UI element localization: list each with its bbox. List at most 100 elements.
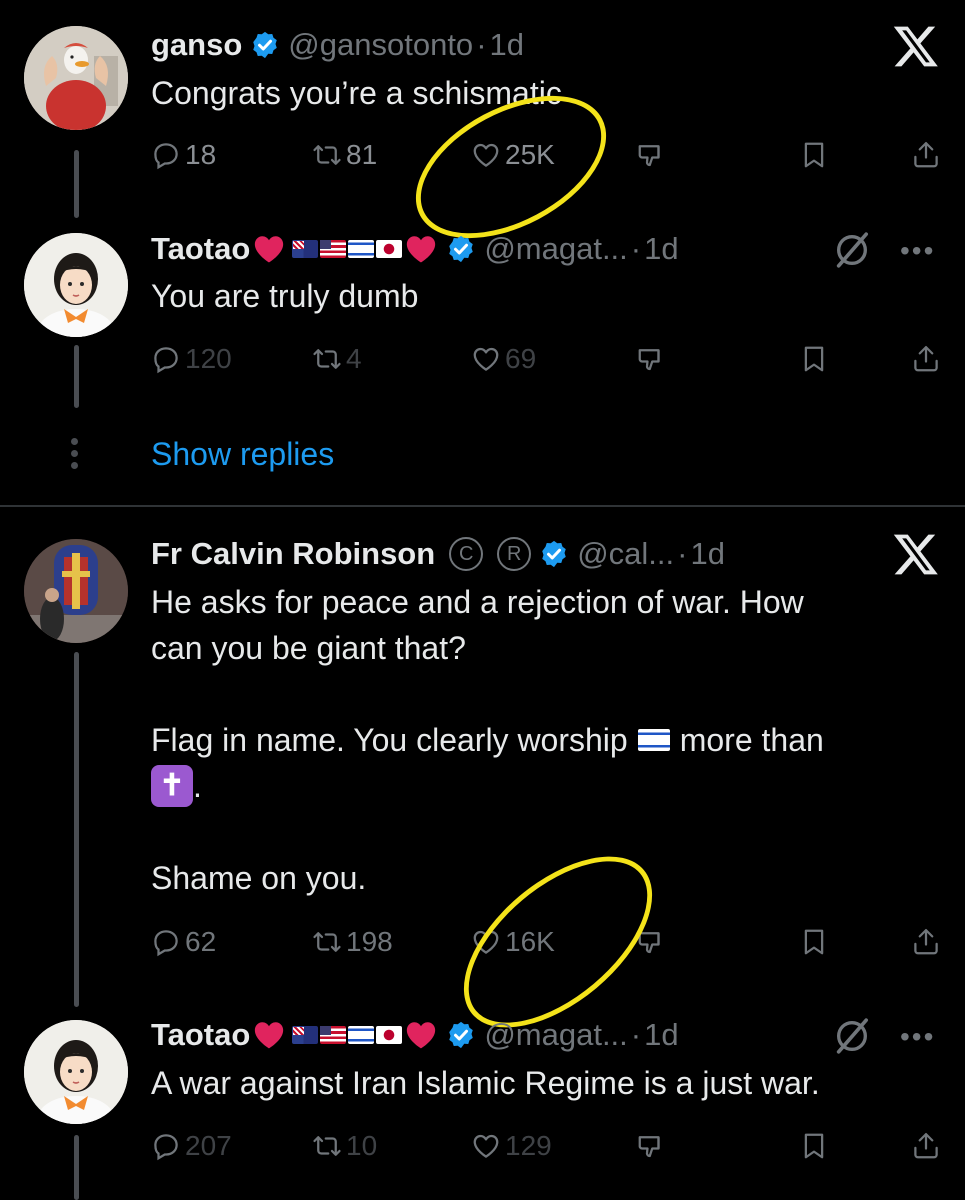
tweet-actions: 207 10 129 — [151, 1126, 941, 1166]
red-heart-emoji-icon — [404, 232, 438, 266]
x-logo-icon — [892, 22, 940, 70]
latin-cross-emoji-icon: ✝ — [151, 765, 193, 807]
reply-button[interactable]: 207 — [151, 1126, 232, 1166]
timestamp[interactable]: 1d — [690, 536, 724, 572]
user-handle[interactable]: @magat... — [484, 231, 627, 267]
tweet-text: You are truly dumb — [151, 273, 418, 319]
thread-connector-line — [74, 150, 79, 218]
avatar-taotao[interactable] — [24, 233, 128, 337]
israel-flag-icon — [348, 240, 375, 258]
tweet-text-segment: . — [193, 768, 202, 804]
thread-connector-line — [74, 345, 79, 408]
timestamp[interactable]: 1d — [490, 27, 524, 63]
copyright-symbol-icon: C — [449, 537, 484, 571]
bookmark-button[interactable] — [799, 1126, 833, 1166]
reply-icon — [151, 927, 181, 957]
heart-icon — [471, 344, 501, 374]
bookmark-button[interactable] — [799, 135, 833, 175]
user-handle[interactable]: @cal... — [577, 536, 674, 572]
tweet-text-line: He asks for peace and a rejection of war… — [151, 584, 804, 620]
registered-symbol-icon: R — [497, 537, 532, 571]
repost-icon — [312, 1131, 342, 1161]
verified-badge-icon — [446, 1020, 476, 1050]
bookmark-icon — [799, 344, 829, 374]
more-dots-icon[interactable]: ••• — [900, 1023, 935, 1051]
bookmark-button[interactable] — [799, 922, 833, 962]
like-button[interactable]: 129 — [471, 1126, 552, 1166]
avatar-ganso[interactable] — [24, 26, 128, 130]
tweet-header: Taotao @magat... · 1d — [151, 1012, 679, 1058]
repost-button[interactable]: 198 — [312, 922, 393, 962]
japan-flag-icon — [376, 1026, 403, 1044]
downvote-icon — [636, 140, 666, 170]
divider — [0, 505, 965, 507]
thread-connector-line — [74, 652, 79, 1007]
reply-icon — [151, 1131, 181, 1161]
reply-button[interactable]: 120 — [151, 339, 232, 379]
bookmark-icon — [799, 140, 829, 170]
flag-emojis — [292, 1026, 403, 1044]
grok-icon[interactable] — [832, 230, 872, 270]
repost-button[interactable]: 10 — [312, 1126, 377, 1166]
church-stained-glass-avatar-image — [24, 539, 128, 643]
separator: · — [630, 1017, 642, 1052]
share-button[interactable] — [911, 1126, 945, 1166]
share-button[interactable] — [911, 922, 945, 962]
more-dots-icon[interactable]: ••• — [900, 237, 935, 265]
tweet-text-line: can you be giant that? — [151, 630, 466, 666]
tweet-header: Taotao @magat... · 1d — [151, 226, 679, 272]
downvote-button[interactable] — [636, 1126, 670, 1166]
x-logo-icon — [892, 530, 940, 578]
share-button[interactable] — [911, 339, 945, 379]
share-icon — [911, 140, 941, 170]
repost-button[interactable]: 4 — [312, 339, 362, 379]
like-button[interactable]: 69 — [471, 339, 536, 379]
reply-button[interactable]: 18 — [151, 135, 216, 175]
timestamp[interactable]: 1d — [644, 1017, 678, 1053]
display-name[interactable]: Taotao — [151, 231, 250, 267]
tweet-text-line: You are truly dumb — [151, 278, 419, 314]
timestamp[interactable]: 1d — [644, 231, 678, 267]
reply-count: 62 — [185, 926, 217, 957]
flag-emojis — [292, 240, 403, 258]
display-name[interactable]: Taotao — [151, 1017, 250, 1053]
tweet-text-segment: Flag in name. You clearly worship — [151, 722, 628, 758]
show-replies-link[interactable]: Show replies — [151, 436, 334, 473]
red-heart-emoji-icon — [252, 232, 286, 266]
tweet-text-line: A war against Iran Islamic Regime is a j… — [151, 1065, 820, 1101]
downvote-button[interactable] — [636, 339, 670, 379]
japan-flag-icon — [376, 240, 403, 258]
usa-flag-icon — [320, 1026, 347, 1044]
australia-flag-icon — [292, 1026, 319, 1044]
reply-button[interactable]: 62 — [151, 922, 216, 962]
woman-cartoon-avatar-image — [24, 1020, 128, 1124]
like-count: 129 — [505, 1130, 552, 1161]
tweet-header: ganso @gansotonto · 1d — [151, 22, 524, 68]
separator: · — [630, 231, 642, 266]
share-button[interactable] — [911, 135, 945, 175]
display-name[interactable]: Fr Calvin Robinson — [151, 536, 435, 572]
repost-count: 4 — [346, 343, 362, 374]
downvote-icon — [636, 344, 666, 374]
israel-flag-icon — [348, 1026, 375, 1044]
red-heart-emoji-icon — [252, 1018, 286, 1052]
separator: · — [677, 536, 688, 571]
avatar-calvin-robinson[interactable] — [24, 539, 128, 643]
grok-icon[interactable] — [832, 1016, 872, 1056]
user-handle[interactable]: @gansotonto — [288, 27, 473, 63]
tweet-text: A war against Iran Islamic Regime is a j… — [151, 1060, 820, 1106]
repost-count: 10 — [346, 1130, 378, 1161]
display-name[interactable]: ganso — [151, 27, 242, 63]
downvote-icon — [636, 1131, 666, 1161]
bookmark-button[interactable] — [799, 339, 833, 379]
reply-icon — [151, 344, 181, 374]
downvote-button[interactable] — [636, 135, 670, 175]
avatar-taotao[interactable] — [24, 1020, 128, 1124]
repost-button[interactable]: 81 — [312, 135, 377, 175]
repost-count: 81 — [346, 139, 378, 170]
heart-icon — [471, 1131, 501, 1161]
share-icon — [911, 1131, 941, 1161]
israel-flag-icon — [637, 729, 670, 751]
user-handle[interactable]: @magat... — [484, 1017, 627, 1053]
repost-count: 198 — [346, 926, 393, 957]
